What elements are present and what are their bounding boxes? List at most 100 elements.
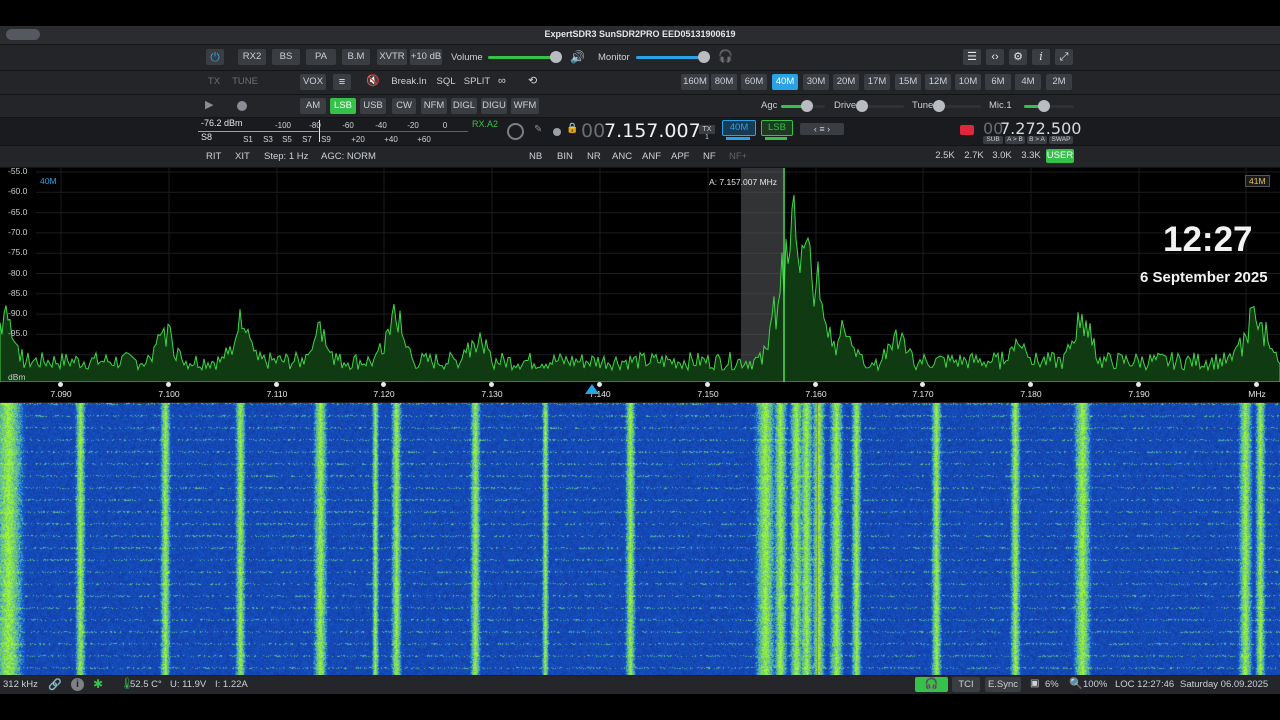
dsp-nfplus-button[interactable]: NF+ <box>729 151 747 162</box>
mode-button-lsb[interactable]: LSB <box>330 98 356 114</box>
spectrum-plot[interactable] <box>0 168 1280 382</box>
vfo-a-mode[interactable]: LSB <box>761 120 793 136</box>
band-button-160m[interactable]: 160M <box>681 74 709 90</box>
band-button-40m[interactable]: 40M <box>772 74 798 90</box>
band-button-6m[interactable]: 6M <box>985 74 1011 90</box>
band-button-15m[interactable]: 15M <box>895 74 921 90</box>
dsp-bin-button[interactable]: BIN <box>557 151 573 162</box>
fullscreen-icon[interactable]: ⤢ <box>1055 49 1073 65</box>
breakin-button[interactable]: Break.In <box>390 74 428 90</box>
filter-button-2.5k[interactable]: 2.5K <box>933 149 957 163</box>
band-button-80m[interactable]: 80M <box>711 74 737 90</box>
band-button-20m[interactable]: 20M <box>833 74 859 90</box>
tuning-knob-icon[interactable] <box>507 123 524 140</box>
xit-button[interactable]: XIT <box>235 151 250 162</box>
sub-button[interactable]: SUB <box>983 136 1003 144</box>
band-button-10m[interactable]: 10M <box>955 74 981 90</box>
band-button-60m[interactable]: 60M <box>741 74 767 90</box>
band-button-4m[interactable]: 4M <box>1015 74 1041 90</box>
pa-button[interactable]: PA <box>306 49 336 65</box>
a-to-b-button[interactable]: A > B <box>1005 136 1025 144</box>
band-button-12m[interactable]: 12M <box>925 74 951 90</box>
filter-button-3.3k[interactable]: 3.3K <box>1019 149 1043 163</box>
bug-icon[interactable]: ✱ <box>93 677 103 691</box>
band-button-2m[interactable]: 2M <box>1046 74 1072 90</box>
vfo-a-frequency[interactable]: 7.157.007 <box>604 120 701 142</box>
mode-button-nfm[interactable]: NFM <box>421 98 447 114</box>
dot-icon[interactable] <box>553 128 561 136</box>
tci-button[interactable]: TCI <box>952 677 980 692</box>
mode-button-digu[interactable]: DIGU <box>481 98 507 114</box>
pen-icon[interactable]: ✎ <box>534 124 542 135</box>
b-to-a-button[interactable]: B > A <box>1027 136 1047 144</box>
waterfall[interactable] <box>0 403 1280 675</box>
speaker-icon[interactable]: 🔊 <box>570 50 585 64</box>
dsp-nr-button[interactable]: NR <box>587 151 601 162</box>
split-button[interactable]: SPLIT <box>462 74 492 90</box>
agc-slider[interactable] <box>781 100 825 112</box>
headphones-status-icon[interactable]: 🎧 <box>915 677 948 692</box>
vfo-b-rx-badge[interactable] <box>960 125 974 135</box>
tune-button[interactable]: TUNE <box>230 74 260 90</box>
lock-icon[interactable]: 🔒 <box>566 123 578 134</box>
bm-button[interactable]: B.M <box>342 49 370 65</box>
equalizer-icon[interactable]: ≡ <box>333 74 351 90</box>
info-icon[interactable]: i <box>1032 49 1050 65</box>
tune-slider[interactable] <box>933 100 981 112</box>
info-circle-icon[interactable]: i <box>71 678 84 691</box>
record-icon[interactable] <box>237 101 247 111</box>
dsp-anc-button[interactable]: ANC <box>612 151 632 162</box>
filter-button-user[interactable]: USER <box>1046 149 1074 163</box>
dsp-apf-button[interactable]: APF <box>671 151 689 162</box>
headphones-icon[interactable]: 🎧 <box>718 49 733 63</box>
spectrum-panel[interactable]: 40M 41M A: 7.157.007 MHz 12:27 6 Septemb… <box>0 166 1280 382</box>
mute-mic-icon[interactable]: 🔇 <box>366 74 380 87</box>
forward-icon[interactable]: ⟲ <box>528 74 537 87</box>
esync-button[interactable]: E.Sync <box>985 677 1021 692</box>
list-icon[interactable]: ☰ <box>963 49 981 65</box>
mode-button-cw[interactable]: CW <box>392 98 416 114</box>
filter-button-2.7k[interactable]: 2.7K <box>962 149 986 163</box>
zoom-icon[interactable]: 🔍 <box>1069 677 1083 690</box>
link-icon[interactable]: 🔗 <box>48 678 62 691</box>
mic-knob[interactable] <box>1038 100 1050 112</box>
vox-button[interactable]: VOX <box>300 74 326 90</box>
frequency-axis[interactable]: 7.090 7.100 7.110 7.120 7.130 7.140 7.150 7.160… <box>0 382 1280 402</box>
rit-button[interactable]: RIT <box>206 151 221 162</box>
monitor-knob[interactable] <box>698 51 710 63</box>
att-button[interactable]: +10 dB <box>410 49 442 65</box>
filter-button-3.0k[interactable]: 3.0K <box>990 149 1014 163</box>
tune-knob[interactable] <box>933 100 945 112</box>
step-readout: Step: 1 Hz <box>264 151 309 162</box>
power-icon[interactable]: ⏻ <box>206 49 224 65</box>
record-loop-icon[interactable]: ∞ <box>498 75 506 87</box>
volume-slider[interactable] <box>488 51 562 63</box>
agc-knob[interactable] <box>801 100 813 112</box>
tx-button[interactable]: TX <box>202 74 226 90</box>
mic-slider[interactable] <box>1024 100 1074 112</box>
xvtr-button[interactable]: XVTR <box>377 49 407 65</box>
play-icon[interactable]: ▶ <box>205 98 213 111</box>
code-icon[interactable]: ‹› <box>986 49 1004 65</box>
band-button-17m[interactable]: 17M <box>864 74 890 90</box>
gear-icon[interactable]: ⚙ <box>1009 49 1027 65</box>
vfo-a-tx-badge[interactable]: TX <box>699 125 715 134</box>
swap-button[interactable]: SWAP <box>1049 136 1073 144</box>
mode-button-usb[interactable]: USB <box>360 98 386 114</box>
rx2-button[interactable]: RX2 <box>238 49 266 65</box>
mode-button-am[interactable]: AM <box>300 98 326 114</box>
mode-button-digl[interactable]: DIGL <box>451 98 477 114</box>
bs-button[interactable]: BS <box>272 49 300 65</box>
vfo-nav-buttons[interactable]: ‹ ≡ › <box>800 123 844 135</box>
dsp-anf-button[interactable]: ANF <box>642 151 661 162</box>
vfo-a-band[interactable]: 40M <box>722 120 756 136</box>
monitor-slider[interactable] <box>636 51 710 63</box>
dsp-nf-button[interactable]: NF <box>703 151 716 162</box>
drive-knob[interactable] <box>856 100 868 112</box>
volume-knob[interactable] <box>550 51 562 63</box>
drive-slider[interactable] <box>856 100 904 112</box>
band-button-30m[interactable]: 30M <box>803 74 829 90</box>
mode-button-wfm[interactable]: WFM <box>511 98 539 114</box>
dsp-nb-button[interactable]: NB <box>529 151 542 162</box>
sql-button[interactable]: SQL <box>434 74 458 90</box>
